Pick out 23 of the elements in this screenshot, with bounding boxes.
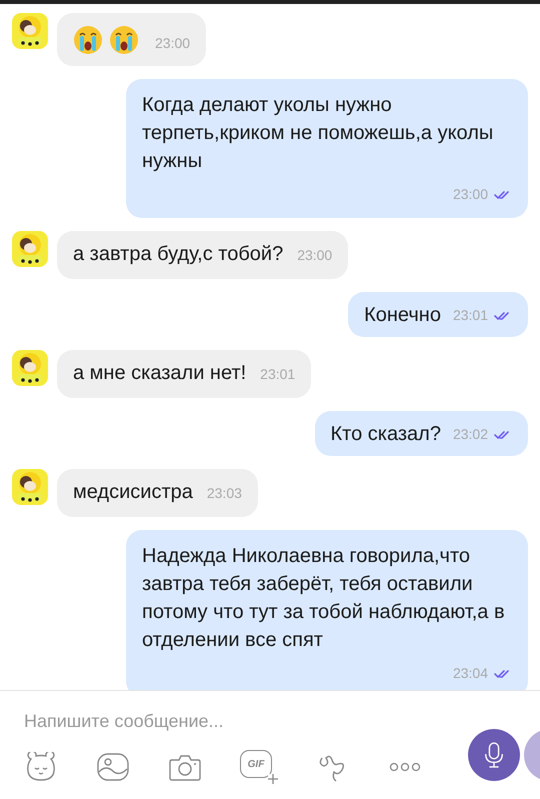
message-text: Когда делают уколы нужно терпеть,криком не поможешь,а уколы нужны xyxy=(142,93,494,174)
message-time: 23:00 xyxy=(297,246,332,265)
message-time: 23:04 xyxy=(452,664,488,683)
crying-face-icon xyxy=(109,24,139,54)
message-time: 23:00 xyxy=(155,34,190,53)
message-text: медсисистра xyxy=(73,480,193,505)
message-time: 23:00 xyxy=(452,185,488,204)
message-text: а мне сказали нет! xyxy=(73,361,246,386)
gallery-icon[interactable] xyxy=(96,752,130,782)
message-text: Конечно xyxy=(364,303,441,328)
message-time: 23:02 xyxy=(452,425,488,444)
message-text: а завтра буду,с тобой? xyxy=(73,242,284,267)
message-text: Надежда Николаевна говорила,что завтра тебя заберёт, тебя оставили потому что тут за тобой наблюдают,а в отделении все спят xyxy=(142,544,506,653)
crying-face-icon xyxy=(73,24,103,54)
message-input-field[interactable]: Напишите сообщение... xyxy=(22,707,426,736)
message-text: Кто сказал? xyxy=(330,422,441,447)
message-time: 23:01 xyxy=(260,365,296,384)
message-time: 23:03 xyxy=(206,484,242,503)
microphone-icon xyxy=(483,741,505,769)
sticker-icon[interactable] xyxy=(24,752,58,782)
voice-message-button[interactable] xyxy=(468,729,520,781)
more-icon[interactable] xyxy=(388,761,422,773)
message-time: 23:01 xyxy=(452,306,488,325)
